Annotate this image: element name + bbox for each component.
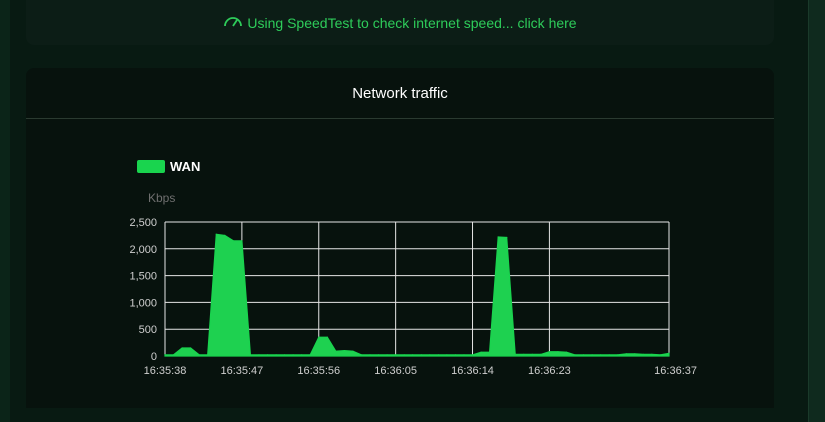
wan-data-point — [668, 352, 670, 354]
wan-data-point — [232, 240, 234, 242]
x-tick-label: 16:35:56 — [297, 365, 340, 377]
wan-data-point — [403, 354, 405, 356]
wan-data-point — [583, 354, 585, 356]
x-tick-label: 16:36:37 — [654, 365, 697, 377]
wan-data-point — [198, 354, 200, 356]
legend-swatch-wan — [137, 160, 165, 173]
y-axis-unit-label: Kbps — [148, 191, 175, 205]
wan-data-point — [523, 353, 525, 355]
wan-data-point — [531, 353, 533, 355]
x-tick-label: 16:36:23 — [528, 365, 571, 377]
wan-data-point — [378, 354, 380, 356]
wan-data-point — [565, 351, 568, 353]
wan-data-point — [292, 354, 294, 356]
wan-data-point — [215, 233, 217, 235]
wan-data-point — [651, 353, 653, 355]
wan-data-point — [258, 354, 260, 356]
wan-data-point — [454, 354, 456, 356]
wan-data-point — [463, 354, 465, 356]
y-tick-label: 2,000 — [129, 244, 157, 256]
wan-data-point — [309, 354, 311, 356]
wan-data-point — [164, 354, 166, 356]
wan-data-point — [412, 354, 414, 356]
wan-data-point — [343, 350, 345, 352]
wan-data-point — [540, 353, 542, 355]
wan-data-point — [506, 236, 508, 239]
wan-data-point — [557, 351, 559, 353]
legend-label-wan: WAN — [170, 159, 200, 174]
wan-data-point — [266, 354, 269, 356]
wan-data-point — [574, 354, 576, 356]
x-tick-label: 16:35:47 — [220, 365, 263, 377]
wan-data-point — [318, 336, 320, 338]
wan-data-point — [437, 354, 439, 356]
wan-data-point — [625, 353, 627, 355]
wan-data-point — [497, 236, 499, 238]
wan-data-point — [224, 234, 226, 236]
x-tick-label: 16:36:05 — [374, 365, 417, 377]
wan-data-point — [420, 354, 422, 356]
y-tick-label: 500 — [139, 324, 157, 336]
wan-series-area — [164, 233, 670, 357]
wan-data-point — [369, 354, 371, 356]
wan-data-point — [608, 354, 610, 356]
wan-data-point — [241, 240, 243, 242]
wan-data-point — [600, 354, 602, 356]
y-tick-label: 1,000 — [129, 297, 157, 309]
wan-data-point — [480, 351, 482, 353]
wan-data-point — [395, 354, 397, 356]
wan-data-point — [489, 351, 491, 353]
wan-data-point — [642, 353, 645, 355]
wan-data-point — [301, 354, 303, 356]
wan-data-point — [335, 350, 337, 352]
wan-data-point — [471, 354, 474, 356]
wan-data-point — [659, 354, 662, 356]
x-tick-label: 16:36:14 — [451, 365, 494, 377]
wan-data-point — [429, 354, 431, 356]
wan-data-point — [284, 354, 286, 356]
wan-data-point — [190, 347, 192, 349]
network-traffic-chart: WAN Kbps 2,500 2,000 1,500 1,000 500 0 16:35:38 1… — [129, 159, 697, 377]
wan-data-point — [275, 354, 277, 356]
wan-data-point — [634, 353, 636, 355]
wan-data-point — [181, 347, 183, 349]
wan-data-point — [548, 351, 551, 353]
y-tick-label: 2,500 — [129, 217, 157, 229]
wan-data-point — [617, 354, 619, 356]
wan-data-point — [352, 350, 354, 352]
wan-data-point — [514, 353, 516, 355]
y-tick-label: 0 — [151, 351, 157, 363]
wan-data-point — [386, 354, 388, 356]
wan-data-point — [591, 354, 593, 356]
wan-data-point — [207, 354, 209, 356]
wan-data-point — [172, 354, 175, 356]
wan-data-point — [326, 336, 328, 338]
y-tick-label: 1,500 — [129, 271, 157, 283]
wan-data-point — [249, 354, 251, 356]
wan-data-point — [360, 354, 363, 356]
wan-data-point — [446, 354, 448, 356]
x-tick-label: 16:35:38 — [144, 365, 187, 377]
